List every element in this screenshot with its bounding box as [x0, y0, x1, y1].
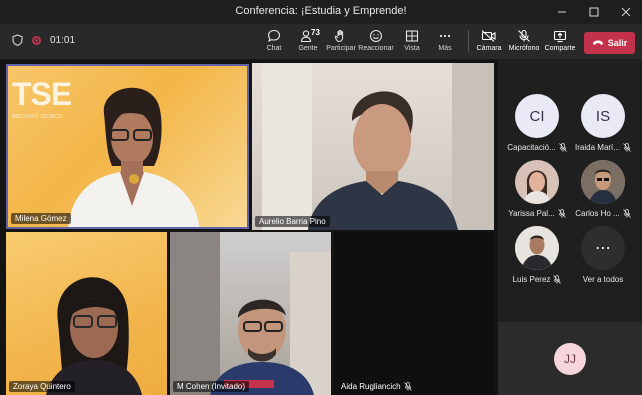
meeting-toolbar: 01:01 Chat 73 Gente Participar Reacciona… — [0, 24, 642, 60]
participant-video — [68, 87, 200, 227]
video-tile[interactable]: Aida Rugliancich — [334, 232, 495, 395]
microphone-muted-icon — [623, 143, 631, 152]
microphone-off-icon — [518, 29, 530, 42]
more-label: Más — [438, 45, 452, 52]
more-icon: ⋯ — [581, 226, 625, 270]
participant-gallery: CI Capacitació... IS Iraida Marí... Yari… — [498, 60, 642, 395]
chat-icon — [267, 29, 281, 43]
video-tile[interactable]: TSE INSTITUTO TÉCNICO Milena Gómez — [6, 64, 249, 229]
participant-card[interactable]: Luis Perez — [502, 226, 572, 284]
share-screen-icon — [553, 30, 567, 43]
share-button[interactable]: Comparte — [543, 27, 577, 59]
more-button[interactable]: Más — [428, 27, 462, 59]
participant-card[interactable]: CI Capacitació... — [502, 94, 572, 152]
react-button[interactable]: Reaccionar — [358, 27, 394, 59]
raise-hand-icon — [334, 29, 344, 43]
participant-card[interactable]: Carlos Ho ... — [568, 160, 638, 218]
participant-name: Luis Perez — [512, 275, 551, 284]
camera-button[interactable]: Cámara — [472, 27, 506, 59]
video-tile[interactable]: Aurelio Barria Pino — [252, 63, 494, 230]
microphone-muted-icon — [403, 382, 412, 391]
meeting-timer: 01:01 — [50, 34, 76, 46]
microphone-muted-icon — [558, 143, 567, 152]
participant-photo — [515, 226, 559, 270]
avatar-photo — [515, 226, 559, 270]
maximize-button[interactable] — [578, 0, 610, 24]
video-tile[interactable]: Zoraya Quintero — [6, 232, 167, 395]
people-count: 73 — [311, 28, 320, 37]
emoji-icon — [369, 29, 383, 43]
participant-name: Aurelio Barria Pino — [259, 217, 326, 226]
participant-name: Zoraya Quintero — [13, 382, 71, 391]
participate-button[interactable]: Participar — [324, 27, 358, 59]
video-stage: TSE INSTITUTO TÉCNICO Milena Gómez Aurel… — [0, 60, 498, 395]
participant-video — [170, 232, 331, 395]
participant-name-tag: Aurelio Barria Pino — [255, 216, 330, 227]
more-icon — [439, 34, 451, 38]
shield-icon[interactable] — [12, 34, 23, 46]
participant-name: Capacitació... — [507, 143, 556, 152]
microphone-button[interactable]: Micrófono — [507, 27, 541, 59]
people-button[interactable]: 73 Gente — [291, 27, 325, 59]
participant-video — [262, 63, 494, 230]
view-all-button[interactable]: ⋯ Ver a todos — [568, 226, 638, 284]
phone-hangup-icon — [592, 40, 603, 45]
microphone-muted-icon — [622, 209, 631, 218]
participant-name: Milena Gómez — [15, 214, 67, 223]
participant-photo — [581, 160, 625, 204]
share-label: Comparte — [544, 45, 576, 52]
participant-name-tag: Aida Rugliancich — [337, 381, 416, 392]
camera-off-icon — [481, 30, 496, 42]
view-button[interactable]: Vista — [395, 27, 429, 59]
self-view[interactable]: JJ — [498, 322, 642, 395]
participant-name: Aida Rugliancich — [341, 382, 401, 391]
view-all-label: Ver a todos — [582, 275, 624, 284]
avatar: CI — [515, 94, 559, 138]
layout-grid-icon — [405, 30, 419, 42]
avatar: IS — [581, 94, 625, 138]
microphone-muted-icon — [553, 275, 562, 284]
close-window-button[interactable] — [610, 0, 642, 24]
recording-icon — [32, 35, 41, 45]
minimize-button[interactable] — [546, 0, 578, 24]
participant-photo — [523, 170, 551, 204]
participant-name-tag: Milena Gómez — [11, 213, 71, 224]
title-bar: Conferencia: ¡Estudia y Emprende! — [0, 0, 642, 24]
participant-name: Iraida Marí... — [575, 143, 620, 152]
self-avatar: JJ — [554, 342, 586, 375]
close-icon — [621, 7, 631, 17]
participant-name: M Cohen (Invitado) — [177, 382, 246, 391]
chat-button[interactable]: Chat — [257, 27, 291, 59]
leave-button[interactable]: Salir — [584, 32, 635, 54]
microphone-muted-icon — [557, 209, 566, 218]
minimize-icon — [558, 11, 566, 13]
leave-label: Salir — [607, 38, 628, 48]
avatar-photo — [515, 160, 559, 204]
maximize-icon — [589, 7, 599, 17]
avatar-photo — [581, 160, 625, 204]
participant-card[interactable]: Yarissa Pal... — [502, 160, 572, 218]
participant-name: Yarissa Pal... — [508, 209, 555, 218]
participant-video — [46, 277, 142, 395]
participant-card[interactable]: IS Iraida Marí... — [568, 94, 638, 152]
participant-name-tag: Zoraya Quintero — [9, 381, 75, 392]
participant-name-tag: M Cohen (Invitado) — [173, 381, 250, 392]
video-tile[interactable]: M Cohen (Invitado) — [170, 232, 331, 395]
participant-name: Carlos Ho ... — [575, 209, 620, 218]
